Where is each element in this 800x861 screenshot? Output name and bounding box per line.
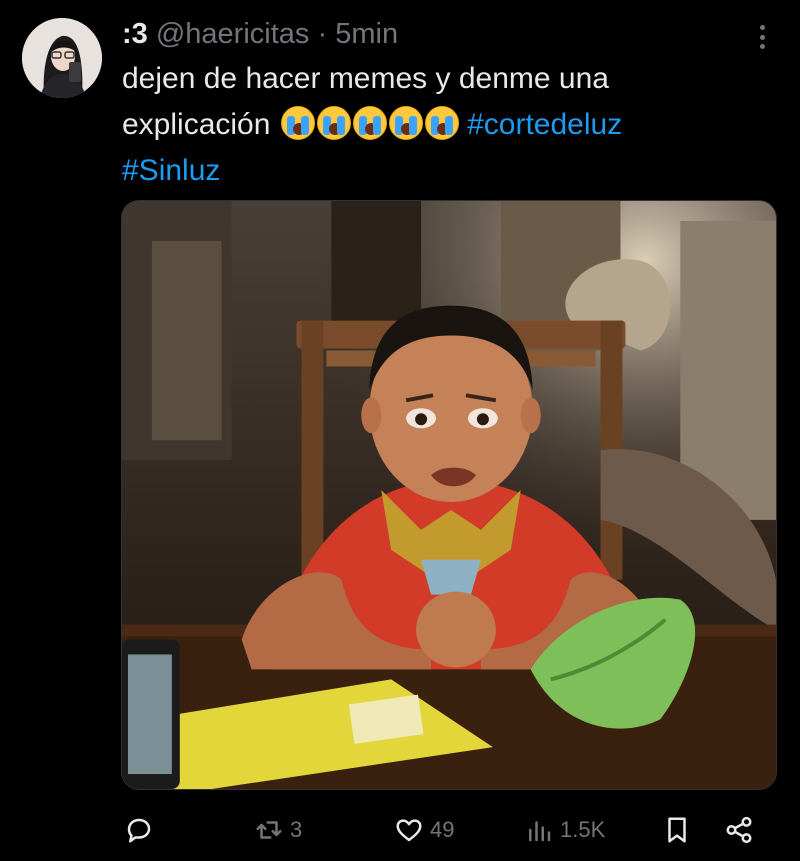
bookmark-icon xyxy=(668,817,686,843)
loudly-crying-emoji-icon xyxy=(316,106,351,140)
avatar[interactable] xyxy=(22,18,102,98)
hashtag-sinluz[interactable]: #Sinluz xyxy=(122,154,220,187)
display-name[interactable]: :3 xyxy=(122,18,148,50)
bookmark-button[interactable] xyxy=(662,808,692,852)
tweet-text-line-1: dejen de hacer memes y denme una xyxy=(122,62,609,95)
views-icon xyxy=(529,821,551,842)
share-button[interactable] xyxy=(724,808,754,852)
tweet-text-line-2: explicación #cortedeluz xyxy=(122,102,762,148)
retweet-count: 3 xyxy=(290,817,303,842)
hashtag-cortedeluz[interactable]: #cortedeluz xyxy=(467,108,622,141)
loudly-crying-emoji-icon xyxy=(280,106,315,140)
user-handle[interactable]: @haericitas xyxy=(156,18,310,50)
share-icon xyxy=(726,816,752,844)
views-button[interactable]: 1.5K xyxy=(524,808,605,852)
tweet-media-image[interactable] xyxy=(121,200,777,790)
crying-boy-meme-image xyxy=(122,201,776,789)
like-icon xyxy=(396,819,422,842)
tweet: :3 @haericitas · 5min dejen de hacer mem… xyxy=(0,0,800,861)
views-count: 1.5K xyxy=(560,817,606,842)
timestamp[interactable]: 5min xyxy=(335,18,398,50)
tweet-actions: 3 49 1.5K xyxy=(0,808,800,852)
tweet-text-explicacion: explicación xyxy=(122,108,271,141)
like-button[interactable]: 49 xyxy=(394,808,454,852)
like-count: 49 xyxy=(430,817,455,842)
crying-emoji-group xyxy=(280,106,459,140)
tweet-text: dejen de hacer memes y denme una explica… xyxy=(122,56,762,194)
reply-button[interactable] xyxy=(124,808,160,852)
tweet-header: :3 @haericitas · 5min xyxy=(122,16,398,52)
loudly-crying-emoji-icon xyxy=(388,106,423,140)
retweet-button[interactable]: 3 xyxy=(254,808,302,852)
separator-dot: · xyxy=(317,18,328,50)
loudly-crying-emoji-icon xyxy=(352,106,387,140)
retweet-icon xyxy=(256,821,282,839)
reply-icon xyxy=(127,818,151,843)
loudly-crying-emoji-icon xyxy=(424,106,459,140)
more-icon[interactable] xyxy=(748,22,776,52)
